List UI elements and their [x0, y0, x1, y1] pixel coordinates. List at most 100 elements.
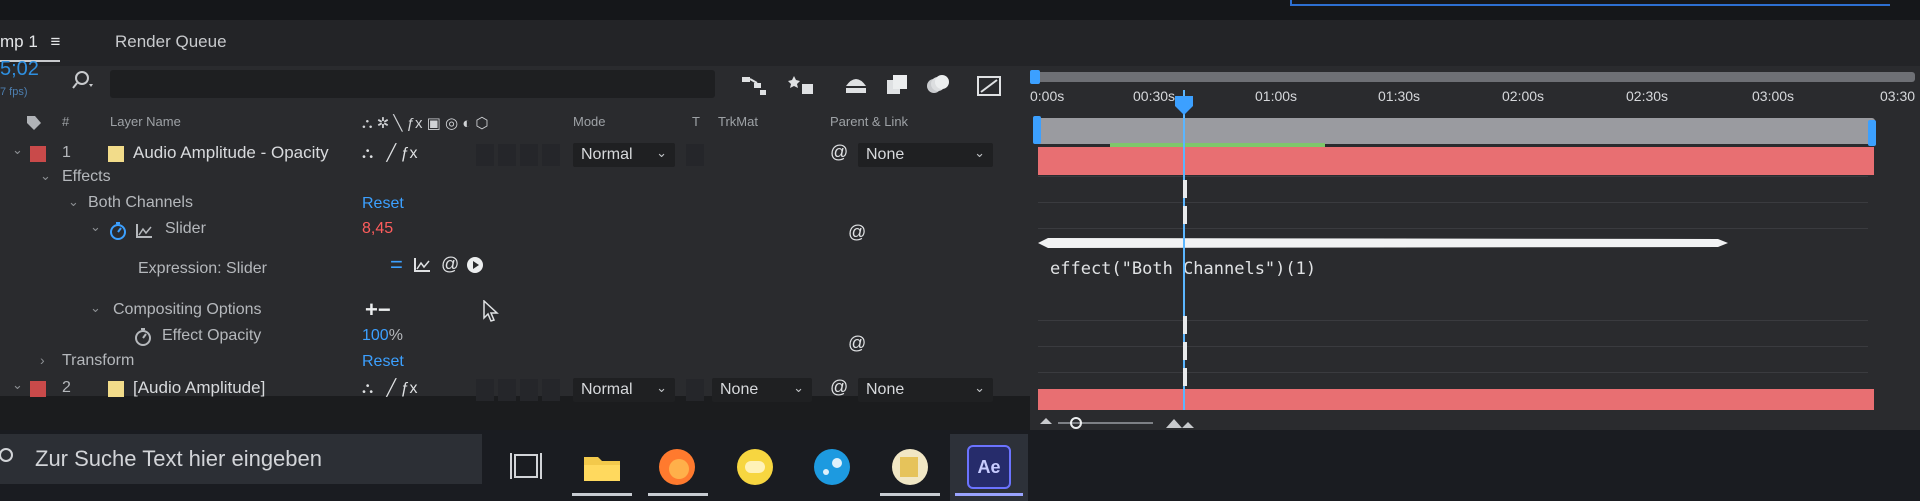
col-layer-name[interactable]: Layer Name [110, 114, 181, 138]
transform-row[interactable]: › Transform Reset [0, 352, 1030, 378]
add-remove-mask-buttons[interactable]: +− [365, 297, 391, 323]
layer-label-color[interactable] [30, 381, 46, 397]
after-effects-label: Ae [977, 456, 1001, 477]
time-navigator-start-handle[interactable] [1030, 70, 1040, 84]
reset-link[interactable]: Reset [362, 195, 404, 213]
expression-enable-icon[interactable]: = [390, 252, 403, 278]
motion-blur-icon[interactable] [924, 72, 952, 98]
taskbar-running-indicator [648, 493, 708, 496]
layer-label-color[interactable] [30, 146, 46, 162]
twirl-right-icon[interactable]: › [40, 352, 45, 368]
transform-label: Transform [62, 352, 135, 369]
compositing-options-row[interactable]: ⌄ Compositing Options +− [0, 297, 1030, 326]
reset-link[interactable]: Reset [362, 353, 404, 371]
taskbar-running-indicator [572, 493, 632, 496]
graph-icon[interactable] [135, 223, 153, 239]
draft-3d-icon[interactable] [788, 72, 816, 98]
twirl-down-icon[interactable]: ⌄ [12, 377, 23, 393]
chat-app-icon[interactable] [733, 445, 777, 489]
layer-num: 1 [62, 144, 71, 161]
col-parent: Parent & Link [830, 114, 909, 129]
layer-row-2[interactable]: ⌄ 2 [Audio Amplitude] ⛬ ╱ ƒx Normal ⌄ Non… [0, 377, 1030, 403]
twirl-down-icon[interactable]: ⌄ [90, 219, 101, 235]
pickwhip-icon[interactable]: @ [848, 222, 866, 243]
file-explorer-icon[interactable] [580, 445, 624, 489]
composition-flowchart-icon[interactable] [740, 72, 768, 98]
work-area-bar[interactable] [1035, 118, 1875, 144]
file-manager-icon[interactable] [888, 445, 932, 489]
graph-editor-icon[interactable] [975, 72, 1003, 98]
after-effects-icon[interactable]: Ae [967, 445, 1011, 489]
trkmat-dropdown[interactable]: None ⌄ [712, 378, 812, 402]
taskbar-active-indicator [955, 493, 1023, 496]
panel-tabs: mp 1 ≡ Render Queue [0, 20, 1920, 66]
effect-opacity-value[interactable]: 100% [362, 327, 403, 345]
mode-value: Normal [581, 146, 633, 163]
time-navigator-bar[interactable] [1035, 72, 1915, 82]
work-area-end-handle[interactable] [1868, 120, 1876, 146]
layer-row-1[interactable]: ⌄ 1 Audio Amplitude - Opacity ⛬ ╱ ƒx Nor… [0, 142, 1030, 168]
work-area-start-handle[interactable] [1033, 116, 1041, 144]
ruler-tick: 01:30s [1378, 88, 1421, 104]
pickwhip-icon[interactable]: @ [848, 333, 866, 354]
expression-label: Expression: Slider [138, 260, 267, 277]
current-time-indicator-head[interactable] [1173, 96, 1195, 116]
tab-comp[interactable]: mp 1 ≡ [0, 32, 61, 62]
current-time-display[interactable]: 5;02 [0, 58, 39, 81]
trkmat-value: None [720, 381, 759, 398]
opacity-unit: % [388, 327, 403, 344]
shy-icon[interactable] [842, 72, 870, 98]
firefox-icon[interactable] [655, 445, 699, 489]
stopwatch-icon[interactable] [108, 221, 128, 241]
slider-value[interactable]: 8,45 [362, 220, 393, 238]
frame-blending-icon[interactable] [883, 72, 911, 98]
search-icon[interactable] [72, 68, 98, 94]
twirl-down-icon[interactable]: ⌄ [12, 142, 23, 158]
ruler-tick: 03:00s [1752, 88, 1795, 104]
mode-dropdown[interactable]: Normal ⌄ [573, 378, 675, 402]
graph-icon[interactable] [413, 257, 431, 273]
top-blue-outline [1290, 0, 1890, 6]
mode-dropdown[interactable]: Normal ⌄ [573, 143, 675, 167]
layer-switches[interactable]: ⛬ ╱ ƒx [362, 378, 418, 398]
ruler-tick: 0:00s [1030, 88, 1065, 104]
both-channels-row[interactable]: ⌄ Both Channels Reset [0, 194, 1030, 220]
tab-menu-icon[interactable]: ≡ [51, 32, 61, 51]
effects-group-row[interactable]: ⌄ Effects [0, 168, 1030, 194]
layer-1-duration-bar[interactable] [1038, 147, 1874, 175]
layer-num: 2 [62, 379, 71, 396]
keyframe-marker [1183, 368, 1187, 386]
zoom-slider[interactable] [1038, 416, 1198, 430]
twirl-down-icon[interactable]: ⌄ [68, 194, 79, 210]
pickwhip-icon[interactable]: @ [441, 254, 459, 275]
pickwhip-icon[interactable]: @ [830, 142, 848, 163]
parent-value: None [866, 146, 905, 163]
parent-dropdown[interactable]: None ⌄ [858, 143, 993, 167]
task-view-icon[interactable] [505, 445, 549, 489]
fps-display: 7 fps) [0, 86, 28, 98]
layer-name[interactable]: [Audio Amplitude] [133, 378, 265, 398]
expression-language-menu-icon[interactable] [466, 256, 484, 274]
pickwhip-icon[interactable]: @ [830, 377, 848, 398]
label-column-icon[interactable] [25, 114, 43, 138]
layer-switches[interactable]: ⛬ ╱ ƒx [362, 143, 418, 163]
effect-opacity-row[interactable]: Effect Opacity 100% @ [0, 326, 1030, 354]
ruler-tick: 02:00s [1502, 88, 1545, 104]
both-channels-label: Both Channels [88, 194, 193, 211]
col-layer-num: # [62, 114, 70, 129]
ruler-tick: 00:30s [1133, 88, 1176, 104]
slider-row[interactable]: ⌄ Slider 8,45 @ [0, 219, 1030, 245]
tab-render-queue[interactable]: Render Queue [115, 32, 227, 52]
parent-dropdown[interactable]: None ⌄ [858, 378, 993, 402]
layer-search-input[interactable] [110, 70, 715, 98]
effect-opacity-label: Effect Opacity [162, 327, 262, 344]
taskbar-search-placeholder[interactable]: Zur Suche Text hier eingeben [35, 446, 322, 472]
twirl-down-icon[interactable]: ⌄ [40, 168, 51, 184]
ruler-tick: 01:00s [1255, 88, 1298, 104]
steam-icon[interactable] [810, 445, 854, 489]
track-divider [1038, 202, 1868, 203]
twirl-down-icon[interactable]: ⌄ [90, 300, 101, 316]
stopwatch-icon[interactable] [133, 327, 153, 347]
layer-name[interactable]: Audio Amplitude - Opacity [133, 143, 329, 163]
expression-row[interactable]: Expression: Slider = @ [0, 252, 1030, 322]
